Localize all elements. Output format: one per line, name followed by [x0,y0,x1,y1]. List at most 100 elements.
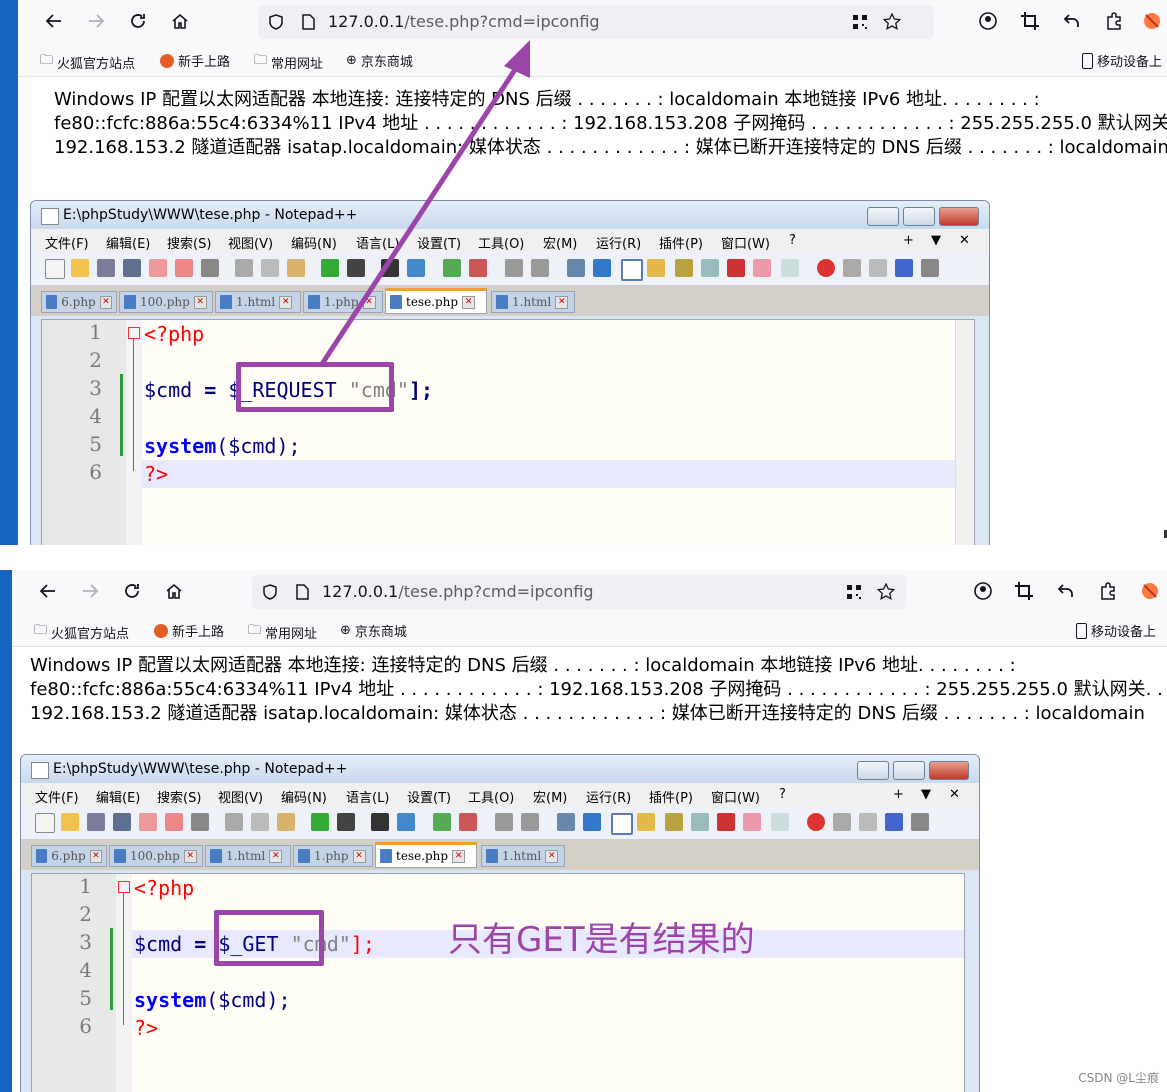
eye-icon[interactable] [771,813,789,831]
menu-encoding[interactable]: 编码(N) [281,787,327,806]
menu-plus[interactable]: + [893,787,904,802]
paste-icon[interactable] [277,813,295,831]
qr-code-icon[interactable] [844,582,864,602]
menu-tools[interactable]: 工具(O) [468,787,514,806]
tab-tese-php[interactable]: tese.php ✕ [375,842,477,868]
sync-v-icon[interactable] [495,813,513,831]
sync-h-icon[interactable] [521,813,539,831]
tab-100-php[interactable]: 100.php ✕ [109,845,203,867]
replace-icon[interactable] [397,813,415,831]
undo-button[interactable] [1052,577,1080,605]
show-symbols-icon[interactable] [583,813,601,831]
udl-icon[interactable] [637,813,655,831]
tab-1-html[interactable]: 1.html ✕ [205,845,291,867]
zoom-out-icon[interactable] [459,813,477,831]
menu-run[interactable]: 运行(R) [586,787,631,806]
tab-1-html-2[interactable]: 1.html ✕ [481,845,565,867]
run-multiple-icon[interactable] [885,813,903,831]
screenshot-panel-request: 127.0.0.1/tese.php?cmd=ipconfig 🗀 火狐官方站点… [0,0,1167,545]
print-icon[interactable] [191,813,209,831]
record-macro-icon[interactable] [807,813,825,831]
menu-view[interactable]: 视图(V) [218,787,263,806]
blocker-button[interactable] [1136,577,1164,605]
menu-settings[interactable]: 设置(T) [407,787,451,806]
highlight-box-get [214,910,324,966]
indent-guide-icon[interactable] [611,813,633,835]
menu-file[interactable]: 文件(F) [35,787,79,806]
reload-button[interactable] [118,577,146,605]
address-bar[interactable]: 127.0.0.1/tese.php?cmd=ipconfig [252,575,906,609]
file-icon [298,849,310,863]
menu-plugins[interactable]: 插件(P) [649,787,693,806]
forward-button[interactable] [76,577,104,605]
tab-close-icon[interactable]: ✕ [89,849,102,863]
menu-close[interactable]: ✕ [949,787,960,802]
tab-close-icon[interactable]: ✕ [269,849,283,863]
undo-icon[interactable] [311,813,329,831]
redo-icon[interactable] [337,813,355,831]
home-button[interactable] [160,577,188,605]
tab-close-icon[interactable]: ✕ [183,849,197,863]
open-file-icon[interactable] [61,813,79,831]
menu-help[interactable]: ? [779,787,786,802]
maximize-button[interactable] [893,761,925,780]
new-file-icon[interactable] [35,813,55,833]
play-macro-icon[interactable] [859,813,877,831]
tab-close-icon[interactable]: ✕ [545,849,559,863]
arrow-right-icon [83,584,99,598]
menu-edit[interactable]: 编辑(E) [96,787,140,806]
tab-6-php[interactable]: 6.php ✕ [31,845,107,867]
minimize-button[interactable] [857,761,889,780]
code-editor[interactable]: 1 2 3 4 5 6 <?php $cmd = $_GET "cmd"]; s… [31,873,965,1092]
menu-window[interactable]: 窗口(W) [711,787,760,806]
tab-1-php[interactable]: 1.php ✕ [293,845,373,867]
tab-bar: 6.php ✕ 100.php ✕ 1.html ✕ 1.php ✕ tese.php ✕… [21,840,979,870]
firefox-icon [154,623,168,638]
puzzle-icon [1101,582,1115,600]
bookmark-item[interactable]: 新手上路 [154,621,224,640]
save-all-icon[interactable] [113,813,131,831]
bookmark-item[interactable]: ⊕ 京东商城 [340,621,407,640]
fold-line [123,893,124,1025]
output-line: Windows IP 配置以太网适配器 本地连接: 连接特定的 DNS 后缀 .… [30,655,1016,676]
stop-macro-icon[interactable] [833,813,851,831]
menu-language[interactable]: 语言(L) [346,787,389,806]
bookmarks-toolbar: 🗀 火狐官方站点 新手上路 🗀 常用网址 ⊕ 京东商城 移动设备上 [12,614,1167,647]
close-button[interactable] [929,761,969,780]
find-icon[interactable] [371,813,389,831]
file-icon [36,849,48,863]
close-file-icon[interactable] [139,813,157,831]
tab-close-icon[interactable]: ✕ [352,849,366,863]
account-button[interactable] [969,577,997,605]
bookmark-folder[interactable]: 🗀 火狐官方站点 [34,621,129,643]
extensions-button[interactable] [1094,577,1122,605]
back-button[interactable] [34,577,62,605]
save-macro-icon[interactable] [911,813,929,831]
copy-icon[interactable] [251,813,269,831]
folder-workspace-icon[interactable] [717,813,735,831]
bookmark-folder[interactable]: 🗀 常用网址 [248,621,317,643]
cut-icon[interactable] [225,813,243,831]
blocked-icon [1142,583,1158,599]
wrap-icon[interactable] [557,813,575,831]
zoom-in-icon[interactable] [433,813,451,831]
notepad-icon [31,762,49,779]
save-icon[interactable] [87,813,105,831]
php-open-tag: <?php [134,876,195,900]
mobile-bookmarks[interactable]: 移动设备上 [1076,621,1156,640]
monitor-icon[interactable] [743,813,761,831]
doc-map-icon[interactable] [665,813,683,831]
url-text: 127.0.0.1/tese.php?cmd=ipconfig [322,582,594,601]
star-icon[interactable] [876,582,896,602]
tab-close-icon[interactable]: ✕ [452,849,466,863]
output-line: 192.168.153.2 隧道适配器 isatap.localdomain: … [30,703,1145,724]
screenshot-panel-get: 127.0.0.1/tese.php?cmd=ipconfig 🗀 火狐官方站点… [0,570,1167,1092]
function-list-icon[interactable] [691,813,709,831]
line-number-gutter: 1 2 3 4 5 6 [32,874,116,1092]
menu-dropdown[interactable]: ▼ [921,787,931,802]
menu-macro[interactable]: 宏(M) [533,787,567,806]
menu-search[interactable]: 搜索(S) [157,787,201,806]
close-all-icon[interactable] [165,813,183,831]
screenshot-button[interactable] [1010,577,1038,605]
fold-toggle-icon[interactable] [118,881,130,893]
